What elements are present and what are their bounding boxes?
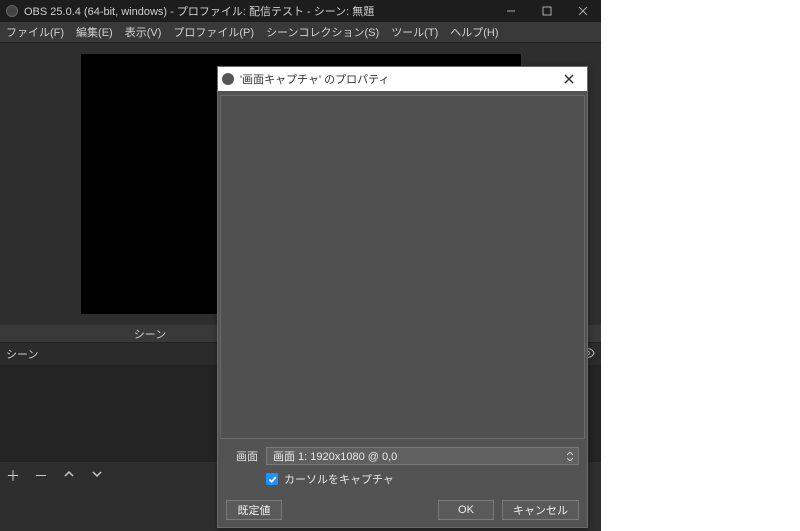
scene-add-button[interactable]: ＋ (6, 466, 20, 486)
source-properties-dialog: '画面キャプチャ' のプロパティ 画面 画面 1: 1920x1080 @ 0,… (217, 66, 588, 528)
defaults-button[interactable]: 既定値 (226, 500, 282, 520)
menu-scene-collection[interactable]: シーンコレクション(S) (264, 22, 381, 42)
maximize-button[interactable] (529, 0, 565, 22)
capture-cursor-row: カーソルをキャプチャ (220, 471, 585, 493)
display-label: 画面 (226, 448, 258, 464)
menu-edit[interactable]: 編集(E) (74, 22, 115, 42)
obs-icon (6, 5, 18, 17)
close-button[interactable] (565, 0, 601, 22)
obs-icon (222, 73, 234, 85)
window-titlebar: OBS 25.0.4 (64-bit, windows) - プロファイル: 配… (0, 0, 601, 22)
dialog-titlebar[interactable]: '画面キャプチャ' のプロパティ (218, 67, 587, 91)
dialog-body: 画面 画面 1: 1920x1080 @ 0,0 カーソルをキャプチャ (218, 91, 587, 493)
display-select[interactable]: 画面 1: 1920x1080 @ 0,0 (266, 447, 579, 465)
minimize-button[interactable] (493, 0, 529, 22)
window-title: OBS 25.0.4 (64-bit, windows) - プロファイル: 配… (24, 3, 374, 19)
dialog-title: '画面キャプチャ' のプロパティ (240, 71, 390, 87)
dialog-close-button[interactable] (555, 67, 583, 91)
scene-move-down-button[interactable] (90, 467, 104, 484)
menu-tools[interactable]: ツール(T) (389, 22, 440, 42)
scene-move-up-button[interactable] (62, 467, 76, 484)
menu-help[interactable]: ヘルプ(H) (448, 22, 500, 42)
display-select-value: 画面 1: 1920x1080 @ 0,0 (273, 448, 397, 464)
capture-cursor-checkbox[interactable] (266, 473, 278, 485)
capture-cursor-label: カーソルをキャプチャ (284, 471, 394, 487)
chevron-updown-icon (562, 448, 578, 464)
menu-file[interactable]: ファイル(F) (4, 22, 66, 42)
menu-profile[interactable]: プロファイル(P) (171, 22, 256, 42)
display-select-row: 画面 画面 1: 1920x1080 @ 0,0 (220, 447, 585, 471)
cancel-button[interactable]: キャンセル (502, 500, 579, 520)
ok-button-label: OK (458, 504, 474, 516)
menu-view[interactable]: 表示(V) (123, 22, 164, 42)
ok-button[interactable]: OK (438, 500, 494, 520)
scene-remove-button[interactable]: － (34, 466, 48, 486)
dialog-button-row: 既定値 OK キャンセル (218, 493, 587, 527)
defaults-button-label: 既定値 (238, 502, 271, 518)
scene-item-label: シーン (6, 346, 38, 362)
cancel-button-label: キャンセル (513, 502, 568, 518)
menu-bar: ファイル(F) 編集(E) 表示(V) プロファイル(P) シーンコレクション(… (0, 22, 601, 43)
dialog-preview (220, 95, 585, 439)
